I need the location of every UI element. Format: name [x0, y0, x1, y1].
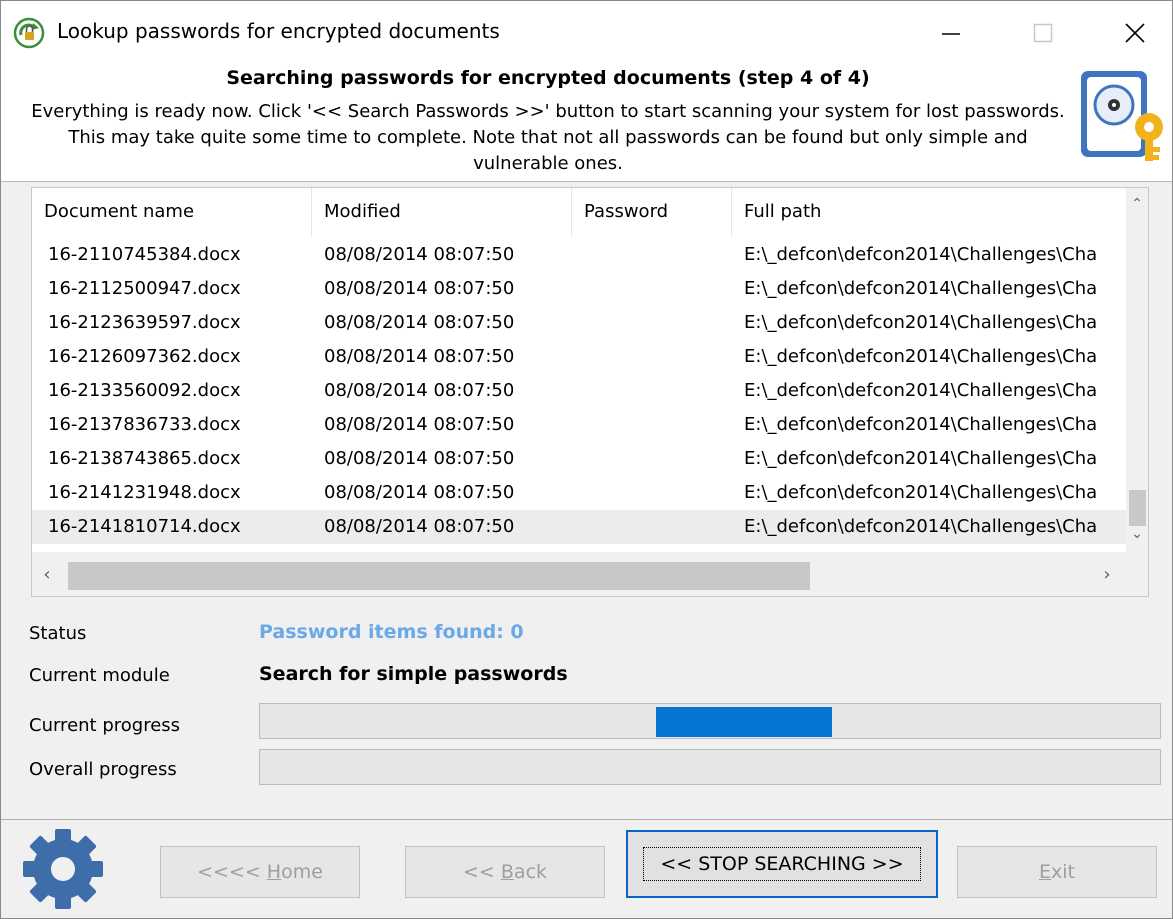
document-name-cell: 16-2137836733.docx [48, 414, 241, 435]
table-row[interactable]: 16-2133560092.docx 08/08/2014 08:07:50 E:\… [32, 374, 1126, 408]
full-path-cell: E:\_defcon\defcon2014\Challenges\Cha [744, 278, 1098, 299]
maximize-button[interactable] [1013, 11, 1073, 55]
modified-cell: 08/08/2014 08:07:50 [324, 414, 515, 435]
home-button[interactable]: <<<< Home [160, 846, 360, 898]
maximize-icon [1033, 23, 1053, 43]
document-name-cell: 16-2141231948.docx [48, 482, 241, 503]
full-path-cell: E:\_defcon\defcon2014\Challenges\Cha [744, 516, 1098, 537]
full-path-cell: E:\_defcon\defcon2014\Challenges\Cha [744, 380, 1098, 401]
column-header-password[interactable]: Password [572, 188, 732, 236]
current-progress-label: Current progress [29, 715, 181, 736]
modified-cell: 08/08/2014 08:07:50 [324, 244, 515, 265]
status-label: Status [29, 623, 87, 644]
modified-cell: 08/08/2014 08:07:50 [324, 448, 515, 469]
document-name-cell: 16-2141810714.docx [48, 516, 241, 537]
modified-cell: 08/08/2014 08:07:50 [324, 278, 515, 299]
column-header-full-path[interactable]: Full path [732, 188, 1126, 236]
full-path-cell: E:\_defcon\defcon2014\Challenges\Cha [744, 346, 1098, 367]
document-name-cell: 16-2126097362.docx [48, 346, 241, 367]
drive-key-icon [1081, 71, 1163, 161]
gear-icon [23, 829, 103, 909]
document-name-cell: 16-2123639597.docx [48, 312, 241, 333]
title-bar[interactable]: Lookup passwords for encrypted documents [1, 1, 1172, 63]
exit-button[interactable]: Exit [957, 846, 1157, 898]
scroll-up-icon[interactable]: ⌃ [1126, 196, 1148, 212]
table-row[interactable]: 16-2112500947.docx 08/08/2014 08:07:50 E:\… [32, 272, 1126, 306]
app-window: Lookup passwords for encrypted documents… [0, 0, 1173, 919]
modified-cell: 08/08/2014 08:07:50 [324, 516, 515, 537]
scrollbar-corner [1126, 552, 1148, 596]
documents-list[interactable]: Document name Modified Password Full pat… [31, 187, 1149, 597]
stop-searching-button[interactable]: << STOP SEARCHING >> [626, 830, 938, 898]
modified-cell: 08/08/2014 08:07:50 [324, 380, 515, 401]
scroll-right-icon[interactable]: › [1096, 564, 1118, 585]
back-button-label: << Back [462, 861, 548, 883]
current-progress-fill [656, 707, 832, 737]
overall-progress-label: Overall progress [29, 759, 177, 780]
step-description: Everything is ready now. Click '<< Searc… [31, 101, 1065, 174]
horizontal-scrollbar[interactable]: ‹ › [32, 552, 1126, 596]
scroll-down-icon[interactable]: ⌄ [1126, 526, 1148, 542]
footer-divider [1, 819, 1172, 820]
minimize-icon [942, 33, 960, 35]
documents-rows: 16-2110745384.docx 08/08/2014 08:07:50 E:\… [32, 238, 1126, 544]
document-name-cell: 16-2110745384.docx [48, 244, 241, 265]
current-module-label: Current module [29, 665, 170, 686]
stop-searching-label: << STOP SEARCHING >> [643, 847, 921, 881]
app-logo-icon [13, 17, 45, 49]
document-name-cell: 16-2112500947.docx [48, 278, 241, 299]
horizontal-scroll-thumb[interactable] [68, 562, 810, 590]
full-path-cell: E:\_defcon\defcon2014\Challenges\Cha [744, 244, 1098, 265]
modified-cell: 08/08/2014 08:07:50 [324, 312, 515, 333]
table-row[interactable]: 16-2138743865.docx 08/08/2014 08:07:50 E:\… [32, 442, 1126, 476]
full-path-cell: E:\_defcon\defcon2014\Challenges\Cha [744, 482, 1098, 503]
current-module-value: Search for simple passwords [259, 663, 568, 685]
overall-progress-bar [259, 749, 1161, 785]
modified-cell: 08/08/2014 08:07:50 [324, 482, 515, 503]
table-row[interactable]: 16-2126097362.docx 08/08/2014 08:07:50 E:\… [32, 340, 1126, 374]
table-row[interactable]: 16-2141810714.docx 08/08/2014 08:07:50 E:\… [32, 510, 1126, 544]
table-row[interactable]: 16-2110745384.docx 08/08/2014 08:07:50 E:\… [32, 238, 1126, 272]
document-name-cell: 16-2133560092.docx [48, 380, 241, 401]
current-progress-bar [259, 703, 1161, 739]
exit-button-label: Exit [1039, 861, 1075, 883]
full-path-cell: E:\_defcon\defcon2014\Challenges\Cha [744, 448, 1098, 469]
document-name-cell: 16-2138743865.docx [48, 448, 241, 469]
close-button[interactable] [1105, 11, 1165, 55]
vertical-scroll-thumb[interactable] [1129, 490, 1146, 526]
full-path-cell: E:\_defcon\defcon2014\Challenges\Cha [744, 414, 1098, 435]
home-button-label: <<<< Home [197, 861, 323, 883]
modified-cell: 08/08/2014 08:07:50 [324, 346, 515, 367]
close-icon [1125, 23, 1145, 43]
vertical-scrollbar[interactable]: ⌃ ⌄ [1126, 188, 1148, 552]
window-title: Lookup passwords for encrypted documents [57, 19, 500, 43]
column-header-modified[interactable]: Modified [312, 188, 572, 236]
column-header-document-name[interactable]: Document name [32, 188, 312, 236]
minimize-button[interactable] [921, 11, 981, 55]
table-row[interactable]: 16-2123639597.docx 08/08/2014 08:07:50 E:\… [32, 306, 1126, 340]
back-button[interactable]: << Back [405, 846, 605, 898]
status-value: Password items found: 0 [259, 621, 524, 643]
table-row[interactable]: 16-2141231948.docx 08/08/2014 08:07:50 E:\… [32, 476, 1126, 510]
wizard-header: Searching passwords for encrypted docume… [1, 63, 1172, 182]
scroll-left-icon[interactable]: ‹ [36, 564, 58, 585]
full-path-cell: E:\_defcon\defcon2014\Challenges\Cha [744, 312, 1098, 333]
table-row[interactable]: 16-2137836733.docx 08/08/2014 08:07:50 E:\… [32, 408, 1126, 442]
step-title: Searching passwords for encrypted docume… [226, 67, 870, 89]
